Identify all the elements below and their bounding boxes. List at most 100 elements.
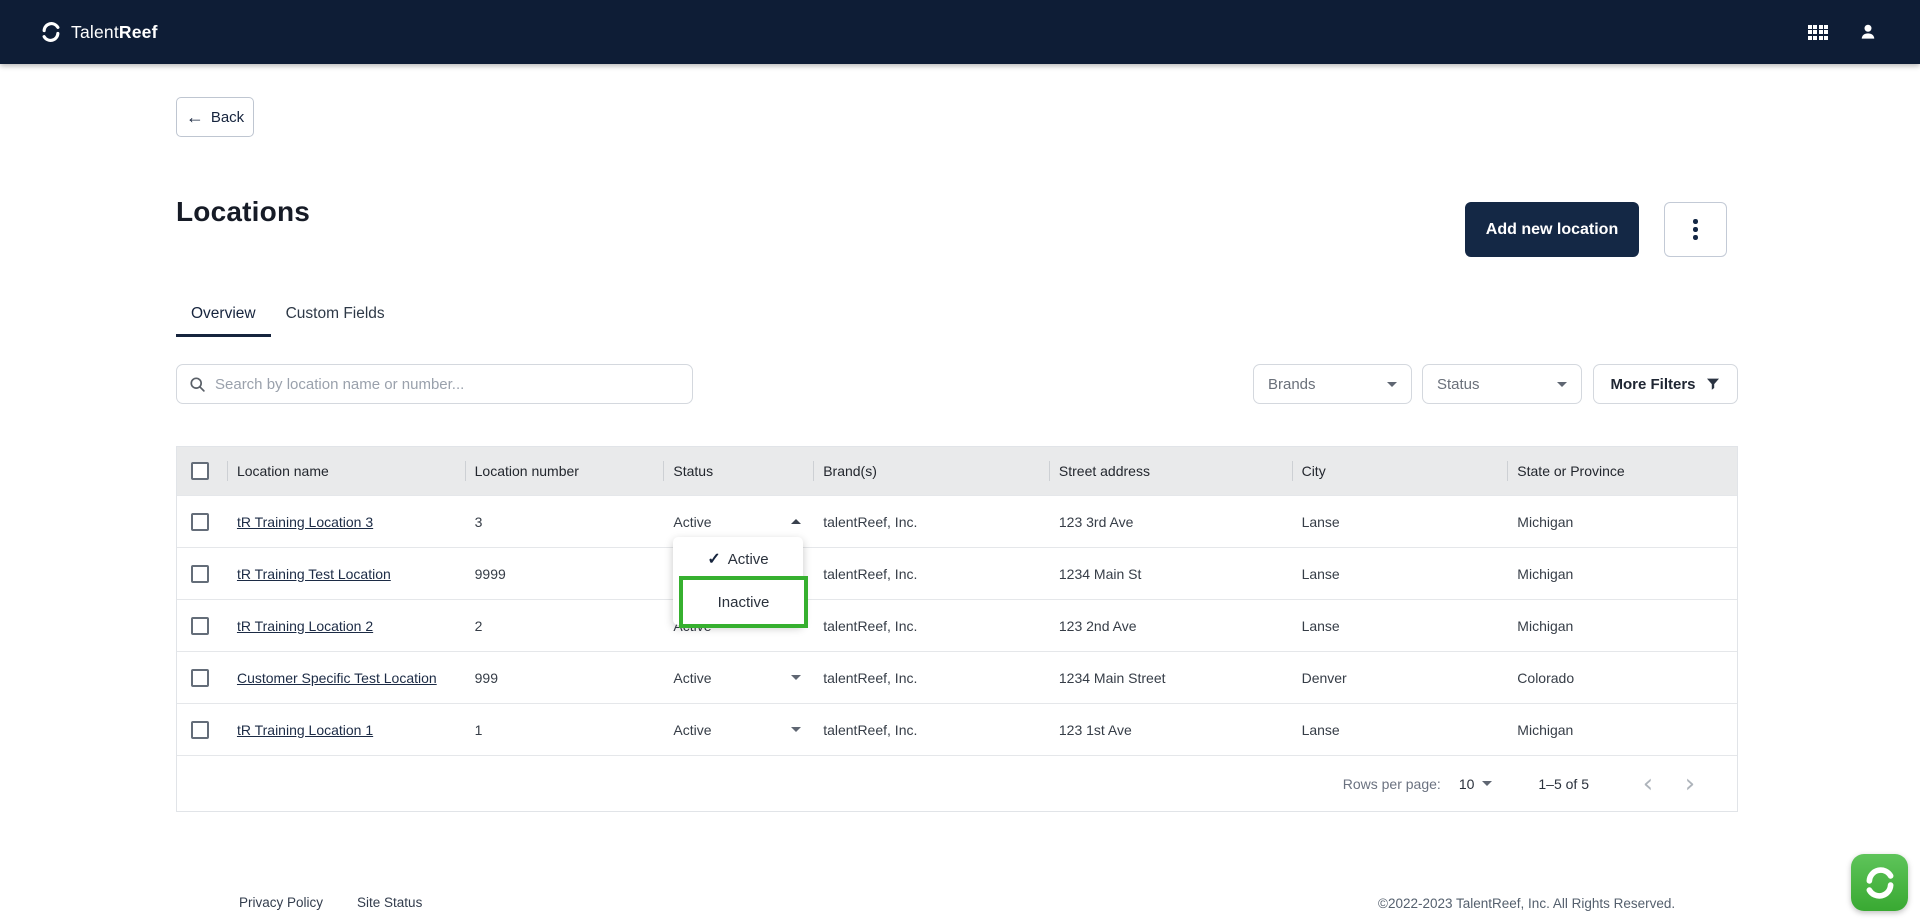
row-status-select[interactable]: Active	[673, 721, 802, 738]
table-row: tR Training Location 1 1 Active talentRe…	[177, 703, 1737, 755]
row-checkbox[interactable]	[191, 564, 209, 583]
footer-links: Privacy Policy Site Status	[239, 895, 422, 910]
kebab-dot	[1693, 219, 1698, 224]
location-name-link[interactable]: tR Training Location 3	[237, 514, 373, 530]
location-name-link[interactable]: Customer Specific Test Location	[237, 670, 437, 686]
status-option-active[interactable]: ✓ Active	[673, 537, 803, 581]
chevron-down-icon	[1557, 381, 1567, 387]
table-row: tR Training Location 2 2 Active talentRe…	[177, 599, 1737, 651]
status-option-inactive-label: Inactive	[717, 593, 770, 611]
brand-value: talentReef, Inc.	[823, 513, 918, 530]
chevron-down-icon	[791, 675, 802, 680]
chevron-down-icon	[1482, 781, 1493, 786]
state-value: Michigan	[1517, 565, 1574, 582]
state-value: Colorado	[1517, 669, 1575, 686]
user-account-icon[interactable]	[1858, 22, 1878, 42]
chevron-down-icon	[1387, 381, 1397, 387]
status-value: Active	[673, 721, 712, 738]
locations-table: Location name Location number Status Bra…	[176, 446, 1738, 812]
rows-per-page-label: Rows per page:	[1342, 775, 1441, 792]
state-value: Michigan	[1517, 721, 1574, 738]
column-header-status: Status	[663, 447, 813, 495]
top-navbar: TalentReef	[0, 0, 1920, 64]
street-value: 123 3rd Ave	[1058, 513, 1134, 530]
city-value: Lanse	[1301, 565, 1340, 582]
next-page-button[interactable]: ›	[1669, 771, 1711, 797]
city-value: Lanse	[1301, 617, 1340, 634]
location-number: 999	[474, 669, 498, 686]
site-status-link[interactable]: Site Status	[357, 895, 422, 910]
page-title: Locations	[176, 196, 311, 227]
copyright-text: ©2022-2023 TalentReef, Inc. All Rights R…	[1378, 896, 1676, 911]
search-input[interactable]	[215, 375, 680, 393]
street-value: 123 1st Ave	[1058, 721, 1132, 738]
row-checkbox[interactable]	[191, 616, 209, 635]
rows-per-page-value: 10	[1458, 775, 1475, 792]
back-button-label: Back	[210, 108, 245, 126]
search-box	[176, 364, 693, 404]
status-value: Active	[673, 669, 712, 686]
row-status-select[interactable]: Active	[673, 513, 802, 530]
tab-overview[interactable]: Overview	[176, 293, 271, 337]
select-all-checkbox[interactable]	[191, 462, 209, 480]
privacy-policy-link[interactable]: Privacy Policy	[239, 895, 323, 910]
location-name-link[interactable]: tR Training Location 2	[237, 618, 373, 634]
apps-grid-icon[interactable]	[1807, 24, 1828, 40]
back-button[interactable]: ← Back	[176, 97, 254, 137]
search-icon	[190, 376, 205, 392]
location-number: 9999	[474, 565, 506, 582]
status-option-inactive[interactable]: Inactive	[679, 576, 808, 628]
status-filter-label: Status	[1437, 375, 1480, 393]
location-name-link[interactable]: tR Training Location 1	[237, 722, 373, 738]
chevron-up-icon	[791, 519, 802, 524]
table-row: tR Training Test Location 9999 Active ta…	[177, 547, 1737, 599]
column-header-location-name: Location name	[226, 447, 465, 495]
more-actions-button[interactable]	[1664, 202, 1727, 257]
chevron-down-icon	[791, 727, 802, 732]
column-header-location-number: Location number	[464, 447, 664, 495]
add-new-location-button[interactable]: Add new location	[1465, 202, 1639, 257]
status-filter-select[interactable]: Status	[1422, 364, 1582, 404]
brands-filter-label: Brands	[1268, 375, 1316, 393]
tab-bar: Overview Custom Fields	[176, 293, 400, 337]
page: TalentReef ← Back Locations Add new loca…	[0, 0, 1920, 922]
talentreef-chat-icon	[1866, 866, 1893, 899]
row-checkbox[interactable]	[191, 512, 209, 531]
more-filters-button[interactable]: More Filters	[1593, 364, 1738, 404]
status-value: Active	[673, 513, 712, 530]
more-filters-label: More Filters	[1610, 375, 1696, 393]
brand-value: talentReef, Inc.	[823, 617, 918, 634]
chat-widget-button[interactable]	[1851, 854, 1908, 911]
location-name-link[interactable]: tR Training Test Location	[237, 566, 391, 582]
check-icon: ✓	[707, 551, 721, 568]
brands-filter-select[interactable]: Brands	[1253, 364, 1412, 404]
location-number: 3	[474, 513, 483, 530]
column-header-state: State or Province	[1507, 447, 1737, 495]
kebab-dot	[1693, 227, 1698, 232]
row-checkbox[interactable]	[191, 668, 209, 687]
row-status-select[interactable]: Active	[673, 669, 802, 686]
street-value: 123 2nd Ave	[1058, 617, 1137, 634]
pagination-range: 1–5 of 5	[1538, 775, 1589, 792]
city-value: Lanse	[1301, 721, 1340, 738]
street-value: 1234 Main St	[1058, 565, 1142, 582]
brand-value: talentReef, Inc.	[823, 721, 918, 738]
brand-value: talentReef, Inc.	[823, 669, 918, 686]
city-value: Lanse	[1301, 513, 1340, 530]
tab-custom-fields[interactable]: Custom Fields	[271, 293, 400, 337]
column-header-street-address: Street address	[1048, 447, 1292, 495]
location-number: 1	[474, 721, 483, 738]
previous-page-button[interactable]: ‹	[1627, 771, 1669, 797]
state-value: Michigan	[1517, 513, 1574, 530]
brand-name: TalentReef	[71, 21, 158, 42]
table-pagination: Rows per page: 10 1–5 of 5 ‹ ›	[177, 755, 1737, 811]
table-header-row: Location name Location number Status Bra…	[177, 447, 1737, 495]
column-header-city: City	[1291, 447, 1508, 495]
street-value: 1234 Main Street	[1058, 669, 1166, 686]
row-checkbox[interactable]	[191, 720, 209, 739]
location-number: 2	[474, 617, 483, 634]
brand-value: talentReef, Inc.	[823, 565, 918, 582]
rows-per-page-select[interactable]: 10	[1459, 776, 1493, 792]
column-header-brands: Brand(s)	[813, 447, 1049, 495]
brand-logo[interactable]: TalentReef	[40, 21, 158, 43]
